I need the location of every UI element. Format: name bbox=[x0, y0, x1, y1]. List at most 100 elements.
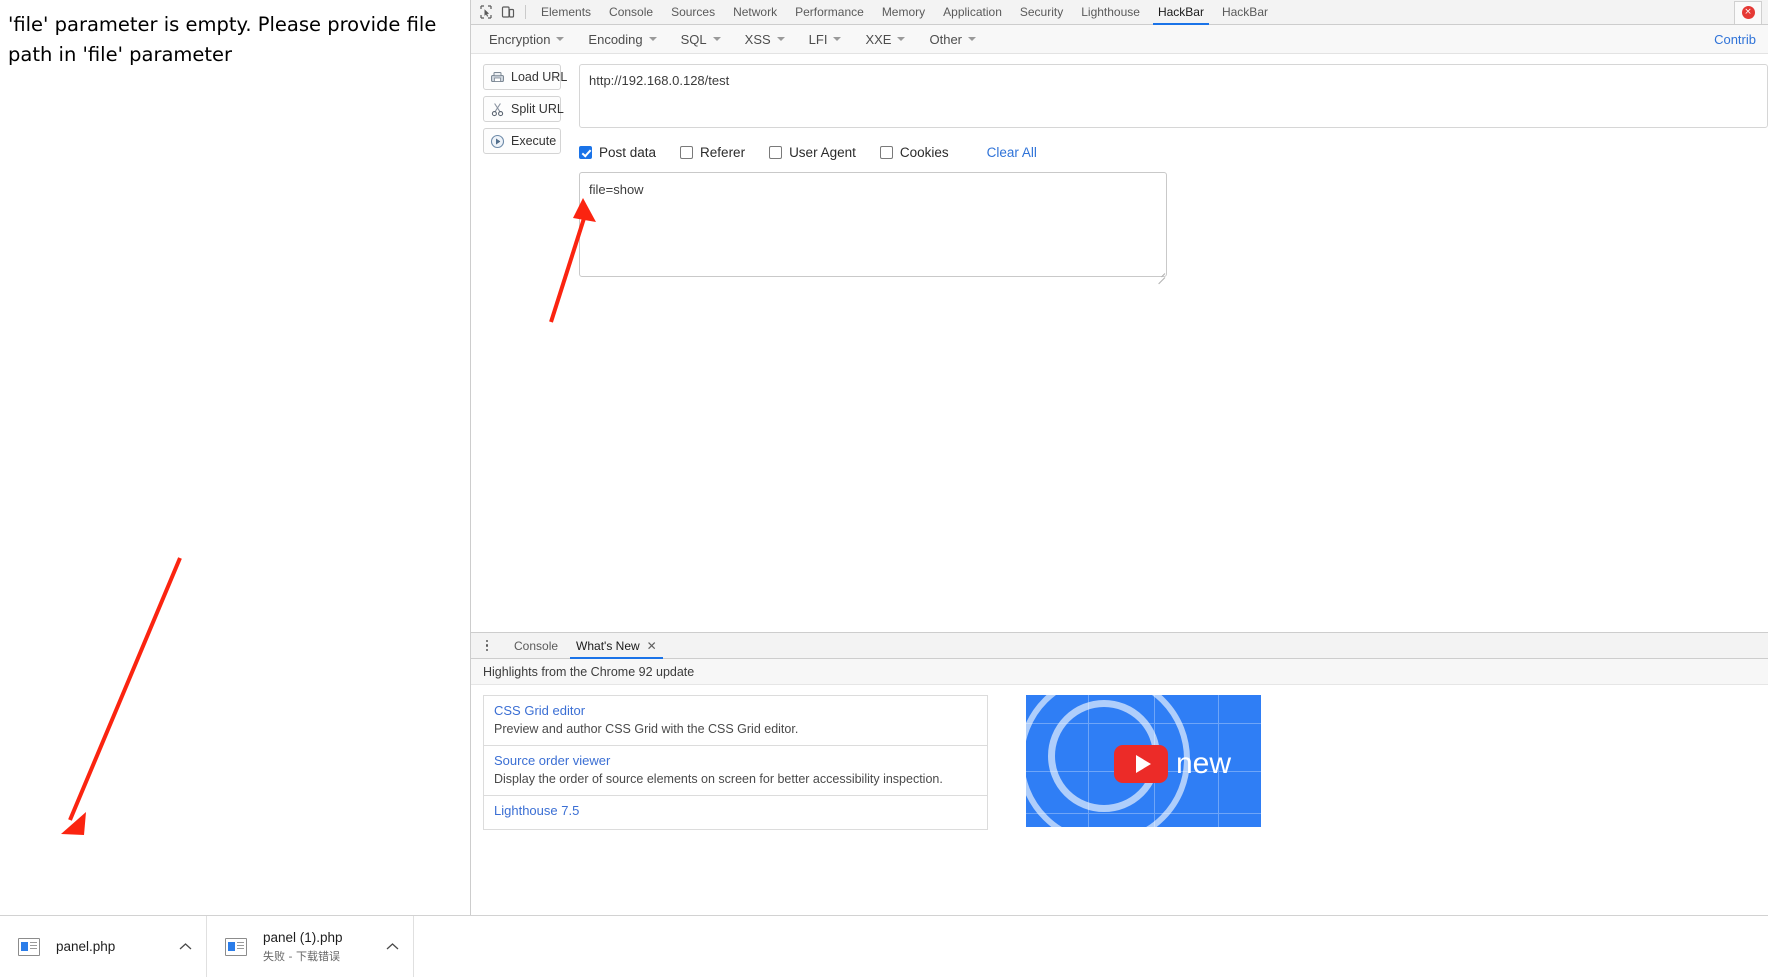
contribute-link[interactable]: Contrib bbox=[1714, 32, 1762, 47]
drawer-tab-label: What's New bbox=[576, 638, 640, 653]
hackbar-top-row: Load URL Split URL Execute http://192.16… bbox=[483, 64, 1768, 285]
menu-label: XSS bbox=[744, 31, 771, 47]
chevron-down-icon bbox=[648, 37, 657, 41]
menu-label: Encryption bbox=[489, 31, 551, 47]
card-description: Preview and author CSS Grid with the CSS… bbox=[494, 722, 799, 736]
device-toolbar-icon[interactable] bbox=[497, 1, 519, 23]
load-url-icon bbox=[490, 70, 505, 85]
checkbox-label: Post data bbox=[599, 145, 657, 160]
devtools-tab-lighthouse[interactable]: Lighthouse bbox=[1072, 0, 1149, 25]
menu-label: XXE bbox=[865, 31, 892, 47]
download-texts: panel.php bbox=[56, 939, 143, 954]
checkbox-box[interactable] bbox=[769, 146, 783, 159]
checkbox-post-data[interactable]: Post data bbox=[579, 145, 656, 160]
download-shelf: panel.php panel (1).php 失败 - 下载错误 bbox=[0, 915, 1768, 977]
chevron-up-icon[interactable] bbox=[386, 938, 399, 956]
checkbox-cookies[interactable]: Cookies bbox=[879, 145, 949, 160]
download-status: 失败 - 下载错误 bbox=[263, 949, 340, 963]
hackbar-options-row: Post data Referer User Agent Cookies Cle… bbox=[579, 145, 1768, 160]
clear-all-link[interactable]: Clear All bbox=[987, 145, 1037, 160]
hackbar-menu-encryption[interactable]: Encryption bbox=[477, 25, 576, 53]
list-item[interactable]: Lighthouse 7.5 bbox=[483, 795, 988, 830]
play-icon bbox=[490, 134, 505, 149]
menu-label: Encoding bbox=[588, 31, 643, 47]
menu-label: LFI bbox=[808, 31, 828, 47]
inspect-cursor-icon[interactable] bbox=[475, 1, 497, 23]
close-icon[interactable]: ✕ bbox=[647, 640, 657, 652]
load-url-button[interactable]: Load URL bbox=[483, 64, 567, 90]
menu-label: Other bbox=[929, 31, 962, 47]
drawer-tab-whats-new[interactable]: What's New ✕ bbox=[567, 633, 666, 659]
hackbar-menu-xss[interactable]: XSS bbox=[733, 25, 797, 53]
screen: 'file' parameter is empty. Please provid… bbox=[0, 0, 1768, 977]
chevron-down-icon bbox=[712, 37, 721, 41]
button-label: Load URL bbox=[511, 70, 568, 84]
hackbar-menu-other[interactable]: Other bbox=[917, 25, 988, 53]
chevron-up-icon[interactable] bbox=[179, 938, 192, 956]
chevron-down-icon bbox=[897, 37, 906, 41]
chevron-down-icon bbox=[776, 37, 785, 41]
whats-new-video-thumbnail[interactable]: new bbox=[1026, 695, 1261, 827]
whats-new-heading: Highlights from the Chrome 92 update bbox=[471, 659, 1768, 685]
card-title-link[interactable]: Lighthouse 7.5 bbox=[494, 803, 977, 818]
hackbar-button-column: Load URL Split URL Execute bbox=[483, 64, 567, 154]
list-item[interactable]: Source order viewer Display the order of… bbox=[483, 745, 988, 795]
hackbar-menu-lfi[interactable]: LFI bbox=[797, 25, 854, 53]
button-label: Execute bbox=[511, 134, 557, 148]
hackbar-menu-xxe[interactable]: XXE bbox=[853, 25, 917, 53]
devtools-tab-network[interactable]: Network bbox=[724, 0, 786, 25]
hackbar-menubar: Encryption Encoding SQL XSS LFI XXE Othe… bbox=[471, 25, 1768, 54]
scissors-icon bbox=[490, 102, 505, 117]
devtools-tab-hackbar-2[interactable]: HackBar bbox=[1213, 0, 1277, 25]
checkbox-label: Referer bbox=[700, 145, 746, 160]
drawer-tab-console[interactable]: Console bbox=[505, 633, 567, 659]
whats-new-body: CSS Grid editor Preview and author CSS G… bbox=[471, 685, 1768, 915]
kebab-menu-icon[interactable] bbox=[479, 637, 495, 655]
whats-new-card-list: CSS Grid editor Preview and author CSS G… bbox=[483, 695, 988, 915]
devtools-drawer: Console What's New ✕ Highlights from the… bbox=[471, 632, 1768, 915]
split-url-button[interactable]: Split URL bbox=[483, 96, 564, 122]
url-input[interactable] bbox=[579, 64, 1768, 128]
devtools-tab-performance[interactable]: Performance bbox=[786, 0, 873, 25]
devtools-tab-sources[interactable]: Sources bbox=[662, 0, 724, 25]
list-item[interactable]: CSS Grid editor Preview and author CSS G… bbox=[483, 695, 988, 745]
card-description: Display the order of source elements on … bbox=[494, 772, 943, 786]
devtools-tab-security[interactable]: Security bbox=[1011, 0, 1072, 25]
devtools-tab-console[interactable]: Console bbox=[600, 0, 662, 25]
download-texts: panel (1).php 失败 - 下载错误 bbox=[263, 930, 350, 964]
toolbar-divider bbox=[525, 5, 526, 19]
button-label: Split URL bbox=[511, 102, 564, 116]
chevron-down-icon bbox=[968, 37, 976, 41]
checkbox-box[interactable] bbox=[680, 146, 694, 159]
devtools-tab-hackbar[interactable]: HackBar bbox=[1149, 0, 1213, 25]
card-title-link[interactable]: CSS Grid editor bbox=[494, 703, 977, 718]
web-page-pane: 'file' parameter is empty. Please provid… bbox=[0, 0, 470, 915]
checkbox-referer[interactable]: Referer bbox=[680, 145, 745, 160]
error-count-badge[interactable]: × bbox=[1734, 0, 1762, 24]
checkbox-user-agent[interactable]: User Agent bbox=[769, 145, 856, 160]
download-item-panel-1-php[interactable]: panel (1).php 失败 - 下载错误 bbox=[207, 915, 414, 977]
checkbox-box[interactable] bbox=[879, 146, 893, 159]
download-item-panel-php[interactable]: panel.php bbox=[0, 915, 207, 977]
devtools-tab-elements[interactable]: Elements bbox=[532, 0, 600, 25]
checkbox-box[interactable] bbox=[579, 146, 592, 159]
devtools-tabbar: Elements Console Sources Network Perform… bbox=[471, 0, 1768, 25]
youtube-play-icon[interactable] bbox=[1114, 745, 1168, 783]
checkbox-label: User Agent bbox=[789, 145, 856, 160]
hackbar-menu-encoding[interactable]: Encoding bbox=[576, 25, 668, 53]
file-php-icon bbox=[225, 937, 247, 956]
devtools-tab-application[interactable]: Application bbox=[934, 0, 1011, 25]
devtools-window: Elements Console Sources Network Perform… bbox=[470, 0, 1768, 915]
error-dot-icon: × bbox=[1741, 6, 1755, 19]
drawer-tab-label: Console bbox=[514, 638, 559, 653]
post-data-input[interactable] bbox=[579, 172, 1167, 277]
hackbar-body: Load URL Split URL Execute http://192.16… bbox=[471, 54, 1768, 659]
execute-button[interactable]: Execute bbox=[483, 128, 561, 154]
card-title-link[interactable]: Source order viewer bbox=[494, 753, 977, 768]
checkbox-label: Cookies bbox=[899, 145, 949, 160]
hackbar-menu-sql[interactable]: SQL bbox=[669, 25, 733, 53]
menu-label: SQL bbox=[680, 31, 707, 47]
devtools-tab-memory[interactable]: Memory bbox=[873, 0, 934, 25]
hackbar-fields: Post data Referer User Agent Cookie bbox=[561, 64, 1768, 285]
drawer-tabbar: Console What's New ✕ bbox=[471, 633, 1768, 659]
